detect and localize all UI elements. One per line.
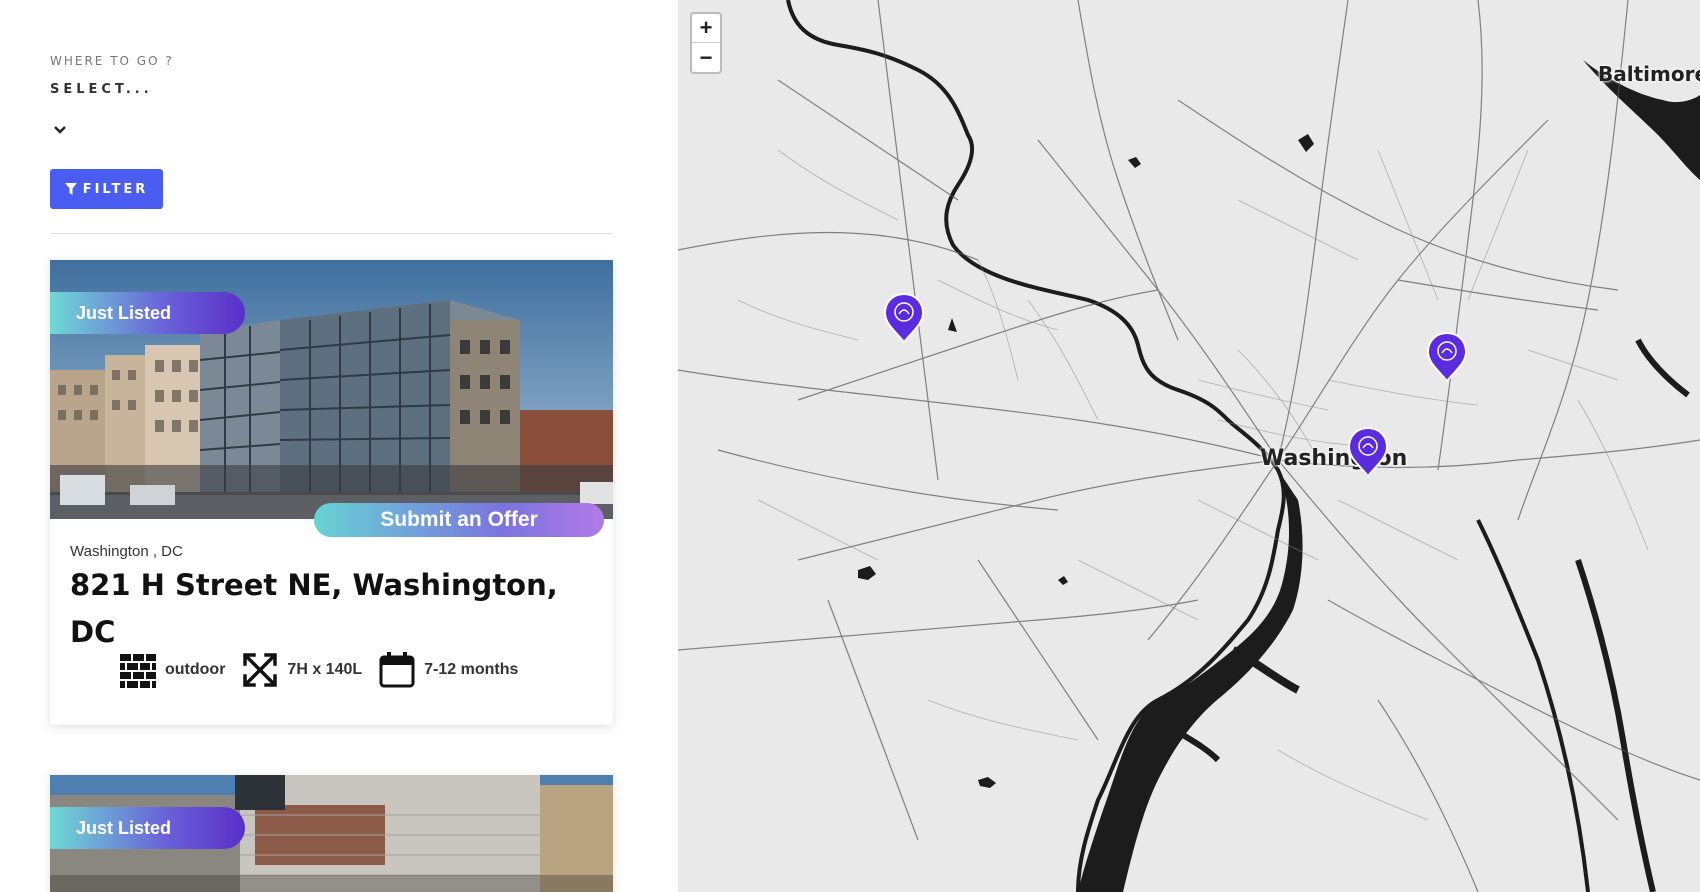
filter-button-label: FILTER bbox=[82, 181, 149, 197]
spec-duration: 7-12 months bbox=[379, 652, 518, 688]
map-tiles[interactable] bbox=[678, 0, 1700, 892]
listing-card[interactable]: Just Listed Submit an Offer Washington ,… bbox=[50, 260, 613, 725]
listing-title[interactable]: 821 H Street NE, Washington, DC bbox=[70, 562, 590, 656]
calendar-icon bbox=[379, 652, 415, 688]
brick-wall-icon bbox=[120, 654, 156, 688]
expand-arrows-icon bbox=[243, 653, 278, 687]
divider bbox=[50, 233, 613, 234]
spec-duration-label: 7-12 months bbox=[424, 661, 519, 678]
listing-specs: outdoor 7H x 140L 7-12 months bbox=[120, 652, 535, 688]
funnel-icon bbox=[64, 183, 77, 195]
listing-photo[interactable]: Just Listed bbox=[50, 775, 613, 892]
spec-type-label: outdoor bbox=[165, 661, 226, 678]
listing-location: Washington , DC bbox=[70, 543, 183, 560]
map-pin-icon[interactable] bbox=[1346, 426, 1390, 480]
map[interactable]: + − Washington Baltimore bbox=[678, 0, 1700, 892]
map-pin-icon[interactable] bbox=[882, 292, 926, 346]
zoom-control: + − bbox=[690, 12, 722, 74]
app: WHERE TO GO ? SELECT... FILTER Just List… bbox=[0, 0, 1700, 892]
city-label-baltimore: Baltimore bbox=[1598, 62, 1700, 86]
listing-photo[interactable]: Just Listed bbox=[50, 260, 613, 519]
zoom-in-button[interactable]: + bbox=[692, 14, 720, 43]
zoom-out-button[interactable]: − bbox=[692, 43, 720, 72]
just-listed-badge: Just Listed bbox=[50, 807, 245, 849]
spec-size-label: 7H x 140L bbox=[287, 661, 363, 678]
spec-type: outdoor bbox=[120, 652, 225, 688]
map-pin-icon[interactable] bbox=[1425, 331, 1469, 385]
submit-offer-button[interactable]: Submit an Offer bbox=[314, 503, 604, 537]
chevron-down-icon[interactable] bbox=[52, 124, 68, 136]
spec-size: 7H x 140L bbox=[242, 652, 362, 688]
listing-card[interactable]: Just Listed bbox=[50, 775, 613, 892]
location-select[interactable]: SELECT... bbox=[50, 82, 153, 97]
where-to-go-label: WHERE TO GO ? bbox=[50, 54, 174, 68]
listing-panel: WHERE TO GO ? SELECT... FILTER Just List… bbox=[0, 0, 678, 892]
filter-button[interactable]: FILTER bbox=[50, 169, 163, 209]
just-listed-badge: Just Listed bbox=[50, 292, 245, 334]
